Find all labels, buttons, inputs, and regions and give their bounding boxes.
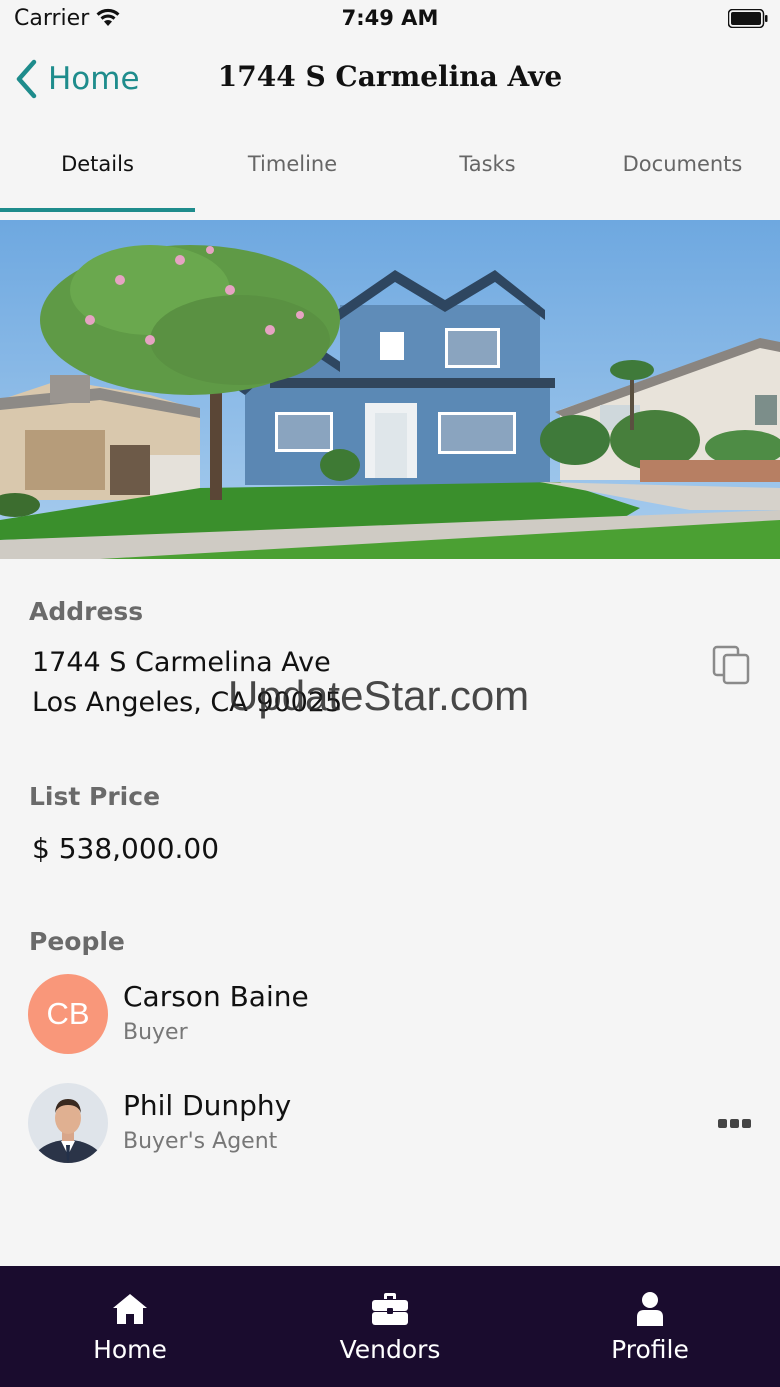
tabbar-vendors[interactable]: Vendors: [260, 1266, 520, 1387]
battery-icon: [728, 9, 768, 28]
property-photo: [0, 220, 780, 559]
briefcase-icon: [372, 1293, 408, 1325]
person-role: Buyer: [123, 1020, 188, 1045]
tab-documents[interactable]: Documents: [585, 130, 780, 212]
tab-details[interactable]: Details: [0, 130, 195, 212]
copy-icon[interactable]: [710, 643, 754, 687]
tabbar-profile-label: Profile: [611, 1335, 689, 1364]
watermark-text: UpdateStar.com: [228, 672, 530, 719]
tabbar-profile[interactable]: Profile: [520, 1266, 780, 1387]
person-row[interactable]: Phil Dunphy Buyer's Agent: [0, 1083, 780, 1175]
people-label: People: [29, 927, 125, 956]
bottom-tab-bar: Home Vendors Profile: [0, 1266, 780, 1387]
status-bar: Carrier 7:49 AM: [0, 0, 780, 42]
avatar: CB: [28, 974, 108, 1054]
avatar: [28, 1083, 108, 1163]
list-price-value: $ 538,000.00: [32, 832, 220, 865]
tab-timeline[interactable]: Timeline: [195, 130, 390, 212]
tabbar-vendors-label: Vendors: [339, 1335, 441, 1364]
person-icon: [637, 1292, 663, 1326]
status-time: 7:49 AM: [341, 6, 439, 30]
page-title: 1744 S Carmelina Ave: [217, 60, 563, 93]
person-name: Carson Baine: [123, 980, 309, 1013]
list-price-label: List Price: [29, 782, 161, 811]
tab-tasks[interactable]: Tasks: [390, 130, 585, 212]
home-icon: [112, 1294, 147, 1324]
tabbar-home[interactable]: Home: [0, 1266, 260, 1387]
tabbar-home-label: Home: [93, 1335, 167, 1364]
address-label: Address: [29, 597, 144, 626]
navigation-bar: Home 1744 S Carmelina Ave: [0, 42, 780, 120]
person-name: Phil Dunphy: [123, 1089, 292, 1122]
person-row[interactable]: CB Carson Baine Buyer: [0, 974, 780, 1066]
segment-tabs: Details Timeline Tasks Documents: [0, 130, 780, 212]
more-options-icon[interactable]: [718, 1113, 754, 1133]
person-role: Buyer's Agent: [123, 1129, 278, 1154]
